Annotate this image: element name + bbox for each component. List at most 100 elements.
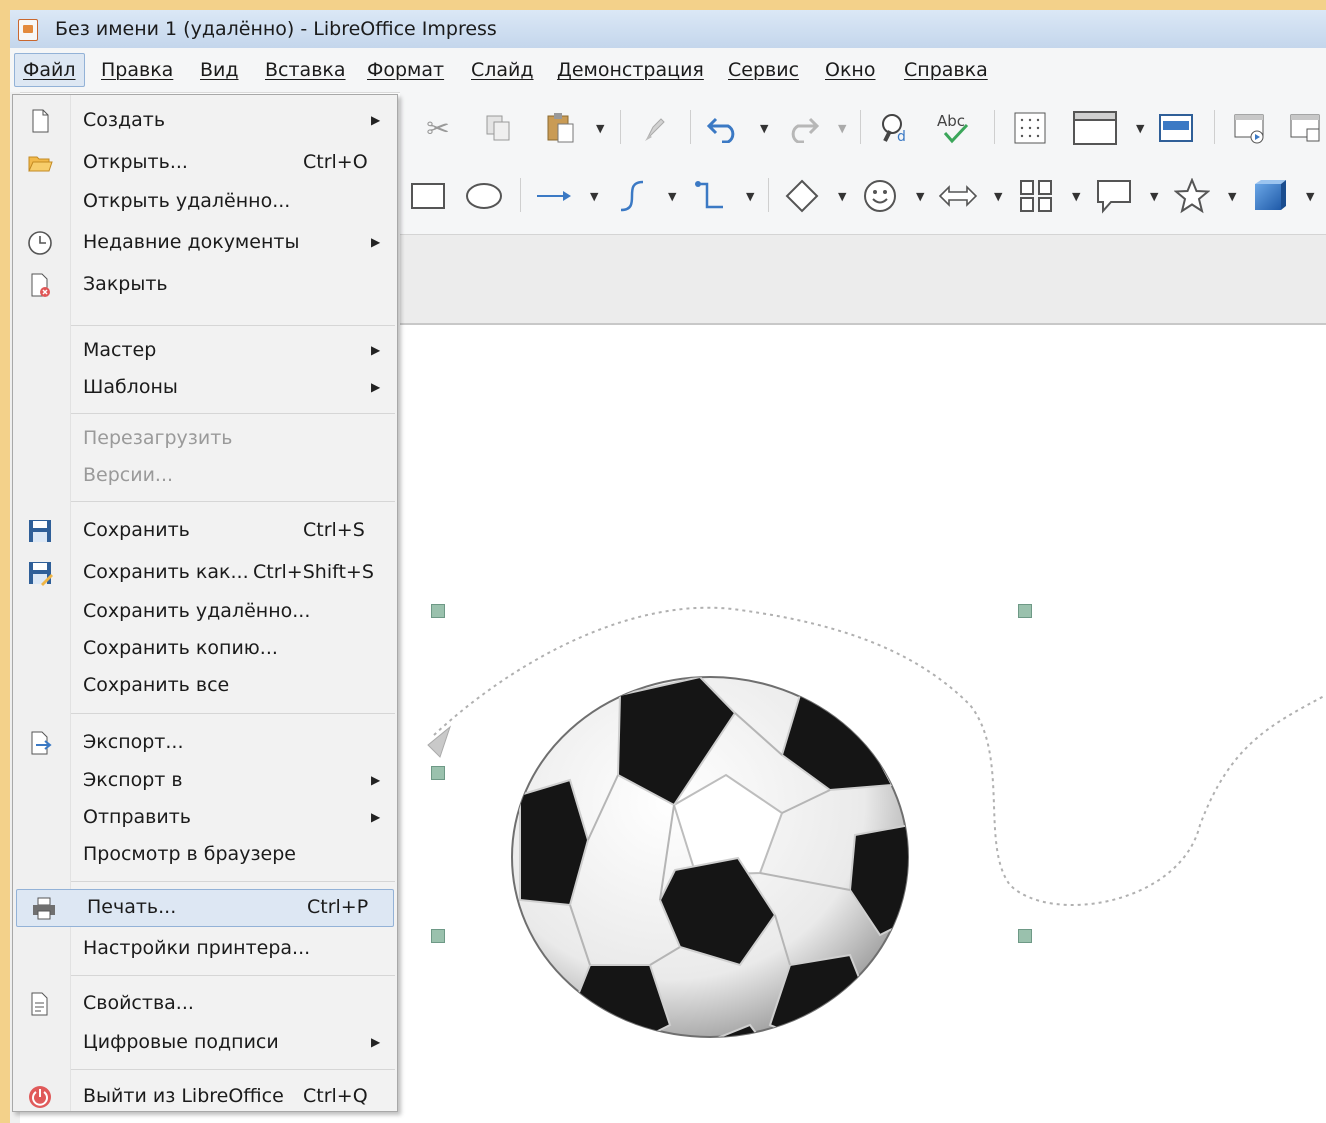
- menu-item-close[interactable]: Закрыть: [13, 267, 397, 303]
- toolbar-separator: [860, 110, 861, 144]
- block-arrows-icon[interactable]: [938, 176, 978, 216]
- line-arrow-icon[interactable]: [534, 176, 574, 216]
- rectangle-icon[interactable]: [408, 176, 448, 216]
- slideshow-icon[interactable]: [1230, 108, 1270, 148]
- menu-item-printer-settings[interactable]: Настройки принтера...: [13, 931, 397, 967]
- find-replace-icon[interactable]: d: [876, 108, 916, 148]
- menu-bar: Файл Правка Вид Вставка Формат Слайд Дем…: [10, 48, 1326, 93]
- menu-separator: [71, 501, 395, 502]
- menu-item-shortcut: Ctrl+Q: [303, 1085, 368, 1107]
- connector-icon[interactable]: [690, 176, 730, 216]
- menu-item-preview-browser[interactable]: Просмотр в браузере: [13, 837, 397, 873]
- standard-toolbar: ✂ ▼ ▼ ▼ d Abc ▼: [400, 92, 1326, 160]
- drawing-toolbar: ▼ ▼ ▼ ▼ ▼ ▼ ▼ ▼ ▼ ▼: [400, 160, 1326, 235]
- menu-item-properties[interactable]: Свойства...: [13, 986, 397, 1022]
- menu-item-save-copy[interactable]: Сохранить копию...: [13, 631, 397, 667]
- menu-item-versions: Версии...: [13, 458, 397, 494]
- menu-edit[interactable]: Правка: [93, 54, 181, 86]
- menu-item-label: Просмотр в браузере: [83, 843, 296, 865]
- new-document-icon: [32, 109, 49, 133]
- slide-canvas[interactable]: [400, 325, 1326, 1123]
- file-menu-dropdown: Создать ▶ Открыть... Ctrl+O Открыть удал…: [12, 94, 398, 1112]
- menu-view[interactable]: Вид: [192, 54, 247, 86]
- menu-help[interactable]: Справка: [896, 54, 996, 86]
- line-dropdown-icon[interactable]: ▼: [590, 190, 600, 203]
- 3d-objects-dropdown-icon[interactable]: ▼: [1306, 190, 1316, 203]
- menu-item-label: Сохранить копию...: [83, 637, 278, 659]
- menu-item-recent[interactable]: Недавние документы ▶: [13, 225, 397, 261]
- block-arrows-dropdown-icon[interactable]: ▼: [994, 190, 1004, 203]
- copy-icon[interactable]: [478, 108, 518, 148]
- callout-icon[interactable]: [1094, 176, 1134, 216]
- menu-slideshow[interactable]: Демонстрация: [549, 54, 712, 86]
- cut-icon[interactable]: ✂: [418, 108, 458, 148]
- basic-shapes-dropdown-icon[interactable]: ▼: [838, 190, 848, 203]
- save-as-icon: [29, 562, 53, 586]
- menu-item-label: Экспорт в: [83, 769, 183, 791]
- menu-separator: [71, 1069, 395, 1070]
- menu-item-export-as[interactable]: Экспорт в ▶: [13, 763, 397, 799]
- paste-icon[interactable]: [540, 108, 580, 148]
- menu-tools[interactable]: Сервис: [720, 54, 807, 86]
- symbol-shapes-dropdown-icon[interactable]: ▼: [916, 190, 926, 203]
- toolbar-separator: [620, 110, 621, 144]
- flowchart-dropdown-icon[interactable]: ▼: [1072, 190, 1082, 203]
- menu-item-save-remote[interactable]: Сохранить удалённо...: [13, 594, 397, 630]
- menu-separator: [71, 975, 395, 976]
- menu-item-wizard[interactable]: Мастер ▶: [13, 333, 397, 369]
- menu-item-save[interactable]: Сохранить Ctrl+S: [13, 513, 397, 549]
- ellipse-icon[interactable]: [464, 176, 504, 216]
- menu-item-save-as[interactable]: Сохранить как... Ctrl+Shift+S: [13, 555, 397, 591]
- menu-item-templates[interactable]: Шаблоны ▶: [13, 370, 397, 406]
- undo-icon[interactable]: [704, 108, 744, 148]
- paste-dropdown-icon[interactable]: ▼: [596, 122, 606, 135]
- clone-format-icon[interactable]: [634, 108, 674, 148]
- selection-handle[interactable]: [1018, 604, 1032, 618]
- menu-slide[interactable]: Слайд: [463, 54, 542, 86]
- toolbar-separator: [520, 178, 521, 212]
- menu-item-label: Цифровые подписи: [83, 1031, 279, 1053]
- flowchart-icon[interactable]: [1016, 176, 1056, 216]
- slide-layout-icon[interactable]: [1070, 108, 1120, 148]
- menu-item-label: Свойства...: [83, 992, 194, 1014]
- menu-item-create[interactable]: Создать ▶: [13, 103, 397, 139]
- soccer-ball-image[interactable]: [500, 665, 920, 1045]
- menu-item-shortcut: Ctrl+P: [307, 896, 369, 918]
- connector-dropdown-icon[interactable]: ▼: [746, 190, 756, 203]
- menu-item-save-all[interactable]: Сохранить все: [13, 668, 397, 704]
- basic-shapes-icon[interactable]: [782, 176, 822, 216]
- menu-item-send[interactable]: Отправить ▶: [13, 800, 397, 836]
- menu-item-label: Настройки принтера...: [83, 937, 311, 959]
- selection-handle[interactable]: [431, 929, 445, 943]
- menu-file[interactable]: Файл: [14, 53, 85, 87]
- menu-window[interactable]: Окно: [817, 54, 883, 86]
- 3d-objects-icon[interactable]: [1250, 176, 1290, 216]
- redo-icon[interactable]: [782, 108, 822, 148]
- selection-handle[interactable]: [1018, 929, 1032, 943]
- menu-item-exit[interactable]: Выйти из LibreOffice Ctrl+Q: [13, 1079, 397, 1115]
- spelling-icon[interactable]: Abc: [934, 108, 974, 148]
- curve-icon[interactable]: [612, 176, 652, 216]
- slide-layout-dropdown-icon[interactable]: ▼: [1136, 122, 1146, 135]
- master-slide-icon[interactable]: [1156, 108, 1196, 148]
- curve-dropdown-icon[interactable]: ▼: [668, 190, 678, 203]
- menu-insert[interactable]: Вставка: [257, 54, 354, 86]
- menu-item-export[interactable]: Экспорт...: [13, 725, 397, 761]
- undo-dropdown-icon[interactable]: ▼: [760, 122, 770, 135]
- menu-item-print[interactable]: Печать... Ctrl+P: [16, 889, 394, 927]
- menu-item-open-remote[interactable]: Открыть удалённо...: [13, 184, 397, 220]
- toolbar-separator: [994, 110, 995, 144]
- selection-handle[interactable]: [431, 604, 445, 618]
- menu-item-open[interactable]: Открыть... Ctrl+O: [13, 145, 397, 181]
- callout-dropdown-icon[interactable]: ▼: [1150, 190, 1160, 203]
- presenter-icon[interactable]: [1286, 108, 1326, 148]
- menu-item-label: Сохранить удалённо...: [83, 600, 311, 622]
- stars-dropdown-icon[interactable]: ▼: [1228, 190, 1238, 203]
- symbol-shapes-icon[interactable]: [860, 176, 900, 216]
- stars-icon[interactable]: [1172, 176, 1212, 216]
- redo-dropdown-icon[interactable]: ▼: [838, 122, 848, 135]
- grid-icon[interactable]: [1010, 108, 1050, 148]
- selection-handle[interactable]: [431, 766, 445, 780]
- menu-format[interactable]: Формат: [359, 54, 452, 86]
- menu-item-signatures[interactable]: Цифровые подписи ▶: [13, 1025, 397, 1061]
